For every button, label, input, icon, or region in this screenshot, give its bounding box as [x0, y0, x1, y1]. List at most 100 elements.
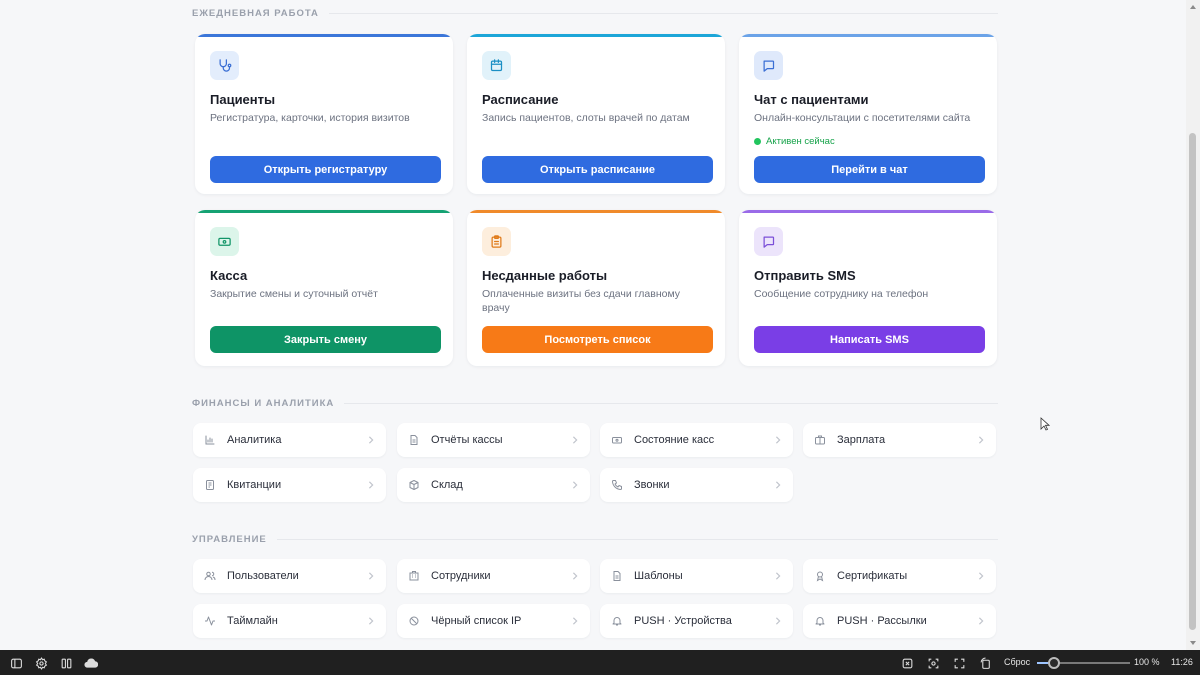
card-description: Закрытие смены и суточный отчёт	[210, 288, 378, 300]
building-icon	[407, 569, 421, 583]
close-shift-button[interactable]: Закрыть смену	[210, 326, 441, 353]
settings-gear-icon[interactable]	[34, 656, 48, 670]
template-icon	[610, 569, 624, 583]
status-dot	[754, 138, 761, 145]
activity-icon	[203, 614, 217, 628]
nav-tile-label: Таймлайн	[227, 615, 278, 627]
clipboard-icon	[482, 227, 511, 256]
box-icon	[407, 478, 421, 492]
card-send-sms: Отправить SMS Сообщение сотруднику на те…	[739, 210, 997, 366]
clock: 11:26	[1171, 657, 1193, 667]
open-schedule-button[interactable]: Открыть расписание	[482, 156, 713, 183]
dashboard-viewport: ЕЖЕДНЕВНАЯ РАБОТА Пациенты Регистратура,…	[0, 0, 1186, 650]
chevron-right-icon	[365, 479, 377, 491]
section-title-text: ФИНАНСЫ И АНАЛИТИКА	[192, 398, 335, 409]
chevron-right-icon	[975, 615, 987, 627]
divider	[344, 403, 998, 404]
fullscreen-icon[interactable]	[952, 656, 966, 670]
split-view-icon[interactable]	[59, 656, 73, 670]
cloud-icon[interactable]	[84, 656, 98, 670]
nav-tile-push-mailings[interactable]: PUSH · Рассылки	[803, 604, 996, 638]
stethoscope-icon	[210, 51, 239, 80]
card-accent-bar	[467, 210, 725, 213]
chevron-right-icon	[975, 434, 987, 446]
nav-tile-warehouse[interactable]: Склад	[397, 468, 590, 502]
card-accent-bar	[739, 210, 997, 213]
status-badge: Активен сейчас	[754, 136, 835, 147]
bar-chart-icon	[203, 433, 217, 447]
card-accent-bar	[467, 34, 725, 37]
chevron-right-icon	[772, 434, 784, 446]
card-title: Чат с пациентами	[754, 92, 869, 107]
card-title: Пациенты	[210, 92, 276, 107]
nav-tile-cash-reports[interactable]: Отчёты кассы	[397, 423, 590, 457]
nav-tile-label: Сертификаты	[837, 570, 908, 582]
open-registry-button[interactable]: Открыть регистратуру	[210, 156, 441, 183]
bell-icon	[610, 614, 624, 628]
nav-tile-label: Пользователи	[227, 570, 299, 582]
nav-tile-certificates[interactable]: Сертификаты	[803, 559, 996, 593]
chevron-right-icon	[365, 570, 377, 582]
vertical-scrollbar[interactable]	[1186, 0, 1200, 650]
nav-tile-templates[interactable]: Шаблоны	[600, 559, 793, 593]
nav-tile-calls[interactable]: Звонки	[600, 468, 793, 502]
screenshot-tool-icon[interactable]	[900, 656, 914, 670]
chevron-right-icon	[772, 479, 784, 491]
divider	[276, 539, 998, 540]
chevron-right-icon	[975, 570, 987, 582]
chevron-right-icon	[365, 615, 377, 627]
card-title: Касса	[210, 268, 248, 283]
zoom-reset-button[interactable]: Сброс	[1004, 657, 1030, 667]
message-icon	[754, 227, 783, 256]
chevron-right-icon	[365, 434, 377, 446]
card-accent-bar	[195, 34, 453, 37]
zoom-slider[interactable]	[1037, 657, 1130, 669]
section-title-text: УПРАВЛЕНИЕ	[192, 534, 267, 545]
scroll-down-arrow-icon[interactable]	[1189, 640, 1197, 646]
card-description: Сообщение сотруднику на телефон	[754, 288, 929, 300]
chevron-right-icon	[772, 615, 784, 627]
nav-tile-label: Зарплата	[837, 434, 886, 446]
go-to-chat-button[interactable]: Перейти в чат	[754, 156, 985, 183]
card-patients: Пациенты Регистратура, карточки, история…	[195, 34, 453, 194]
zoom-slider-knob[interactable]	[1048, 657, 1060, 669]
nav-tile-label: PUSH · Рассылки	[837, 615, 927, 627]
phone-icon	[610, 478, 624, 492]
card-description: Запись пациентов, слоты врачей по датам	[482, 112, 690, 124]
card-description: Оплаченные визиты без сдачи главному вра…	[482, 288, 681, 314]
scroll-up-arrow-icon[interactable]	[1189, 4, 1197, 10]
card-title: Расписание	[482, 92, 559, 107]
card-cashbox: Касса Закрытие смены и суточный отчёт За…	[195, 210, 453, 366]
nav-tile-timeline[interactable]: Таймлайн	[193, 604, 386, 638]
document-icon	[407, 433, 421, 447]
section-title-daily: ЕЖЕДНЕВНАЯ РАБОТА	[192, 8, 998, 19]
nav-tile-push-devices[interactable]: PUSH · Устройства	[600, 604, 793, 638]
mouse-cursor-icon	[1040, 417, 1051, 436]
nav-tile-analytics[interactable]: Аналитика	[193, 423, 386, 457]
chevron-right-icon	[569, 434, 581, 446]
card-chat: Чат с пациентами Онлайн-консультации с п…	[739, 34, 997, 194]
zoom-level-label: 100 %	[1134, 657, 1160, 667]
scrollbar-thumb[interactable]	[1189, 133, 1196, 630]
view-list-button[interactable]: Посмотреть список	[482, 326, 713, 353]
write-sms-button[interactable]: Написать SMS	[754, 326, 985, 353]
nav-tile-employees[interactable]: Сотрудники	[397, 559, 590, 593]
chevron-right-icon	[569, 615, 581, 627]
nav-tile-salary[interactable]: Зарплата	[803, 423, 996, 457]
sidebar-toggle-icon[interactable]	[9, 656, 23, 670]
nav-tile-label: Сотрудники	[431, 570, 491, 582]
nav-tile-receipts[interactable]: Квитанции	[193, 468, 386, 502]
nav-tile-label: Чёрный список IP	[431, 615, 522, 627]
cash-icon	[210, 227, 239, 256]
chevron-right-icon	[772, 570, 784, 582]
capture-icon[interactable]	[926, 656, 940, 670]
rotate-icon[interactable]	[978, 656, 992, 670]
nav-tile-cash-status[interactable]: Состояние касс	[600, 423, 793, 457]
nav-tile-ip-blacklist[interactable]: Чёрный список IP	[397, 604, 590, 638]
cash-register-icon	[610, 433, 624, 447]
nav-tile-label: Звонки	[634, 479, 670, 491]
nav-tile-label: Состояние касс	[634, 434, 715, 446]
nav-tile-users[interactable]: Пользователи	[193, 559, 386, 593]
briefcase-icon	[813, 433, 827, 447]
card-description: Онлайн-консультации с посетителями сайта	[754, 112, 971, 124]
